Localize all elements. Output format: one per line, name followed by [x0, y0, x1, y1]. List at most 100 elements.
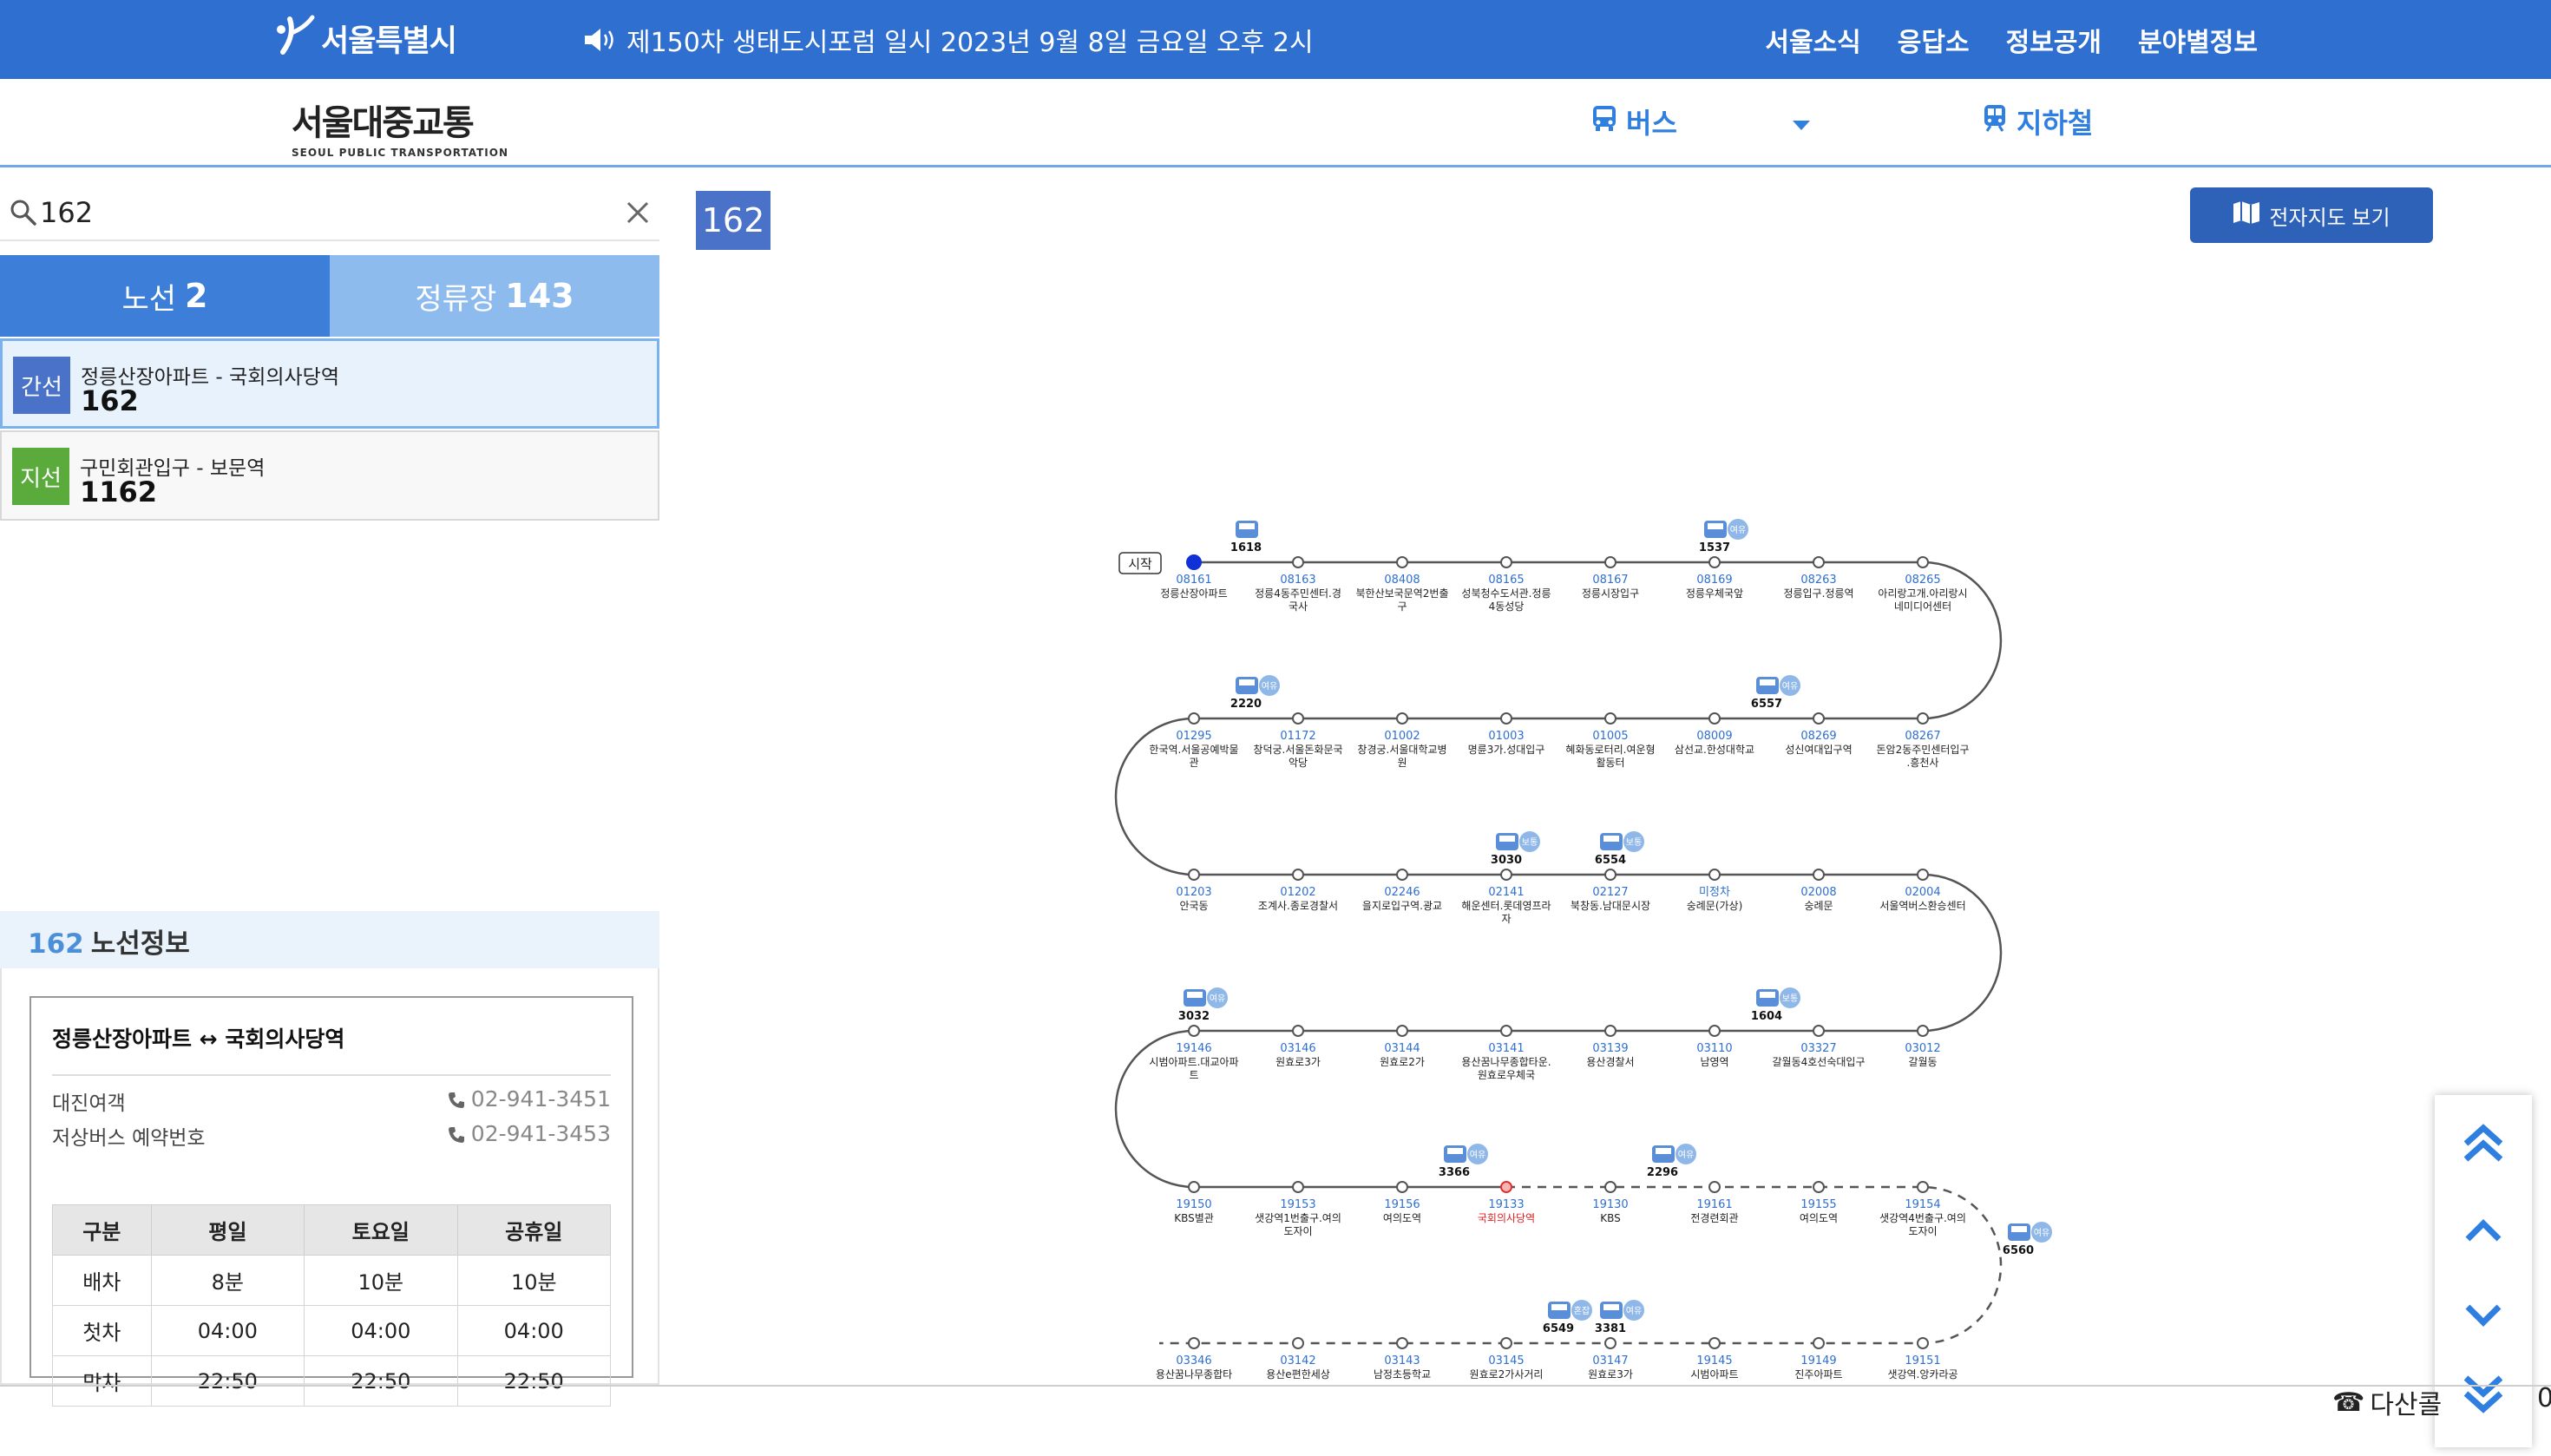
bus-stop[interactable]: 19154샛강역4번출구.여의도자이: [1879, 1181, 1966, 1237]
bus-stop[interactable]: 08265아리랑고개.아리랑시네미디어센터: [1878, 556, 1968, 613]
nav-info-disclosure[interactable]: 정보공개: [2006, 21, 2102, 59]
bus-number: 6557: [1751, 698, 1782, 711]
stop-name: 국사: [1289, 600, 1308, 613]
company-phone-link[interactable]: 02-941-3451: [447, 1086, 611, 1112]
bus-stop[interactable]: 19130KBS: [1592, 1181, 1629, 1224]
bus-stop[interactable]: 03142용산e편한세상: [1266, 1337, 1330, 1381]
mode-subway-tab[interactable]: 지하철: [1980, 102, 2093, 141]
bus-stop[interactable]: 08269성신여대입구역: [1785, 712, 1853, 756]
bus-stop[interactable]: 03327갈월동4호선숙대입구: [1773, 1025, 1866, 1068]
bus-stop[interactable]: 02008숭례문: [1800, 869, 1837, 912]
bus-stop[interactable]: 미정차숭례문(가상): [1687, 869, 1743, 912]
bus-marker[interactable]: 여유2220: [1230, 675, 1280, 711]
stop-id: 01002: [1384, 730, 1420, 743]
bus-stop[interactable]: 01003명륜3가.성대입구: [1468, 712, 1545, 756]
stop-id: 08161: [1176, 574, 1211, 587]
stop-name: 4동성당: [1489, 600, 1525, 613]
mode-bus-tab[interactable]: 버스: [1590, 102, 1677, 141]
scroll-bottom-icon[interactable]: [2459, 1369, 2508, 1418]
bus-stop[interactable]: 19145시범아파트: [1690, 1337, 1739, 1381]
bus-stop[interactable]: 08165성북청수도서관.정릉4동성당: [1461, 556, 1551, 613]
bus-stop[interactable]: 02246을지로입구역.광교: [1362, 869, 1442, 912]
bus-stop[interactable]: 01295한국역.서울공예박물관: [1149, 712, 1239, 769]
bus-marker[interactable]: 1618: [1230, 521, 1262, 554]
bus-stop[interactable]: 03139용산경찰서: [1586, 1025, 1635, 1068]
bus-marker[interactable]: 여유6560: [2003, 1222, 2052, 1257]
nav-response[interactable]: 응답소: [1898, 21, 1970, 59]
bus-marker[interactable]: 여유3381: [1595, 1300, 1644, 1335]
bus-stop[interactable]: 01172창덕궁.서울돈화문국악당: [1253, 712, 1343, 769]
bus-stop[interactable]: 08163정릉4동주민센터.경국사: [1255, 556, 1341, 613]
tab-stops[interactable]: 정류장 143: [330, 255, 659, 337]
bus-marker[interactable]: 여유6557: [1751, 675, 1800, 711]
bus-stop[interactable]: 02127북창동.남대문시장: [1571, 869, 1650, 912]
bus-stop[interactable]: 01202조계사.종로경찰서: [1258, 869, 1338, 912]
bus-marker[interactable]: 여유3366: [1439, 1144, 1488, 1179]
bus-marker[interactable]: 여유3032: [1178, 987, 1228, 1023]
bus-stop[interactable]: 01002창경궁.서울대학교병원: [1357, 712, 1447, 769]
stop-name: 성신여대입구역: [1785, 744, 1852, 756]
bus-stop[interactable]: 19149진주아파트: [1794, 1337, 1843, 1381]
notice[interactable]: 제150차 생태도시포럼 일시 2023년 9월 8일 금요일 오후 2시: [583, 21, 1314, 59]
close-icon[interactable]: [623, 198, 653, 227]
stop-dot: [1292, 1337, 1304, 1349]
seoul-logo[interactable]: 서울특별시: [274, 12, 457, 64]
bus-stop[interactable]: 08169정릉우체국앞: [1686, 556, 1743, 600]
congestion-label: 보통: [1522, 837, 1538, 848]
transport-header: 서울대중교통 SEOUL PUBLIC TRANSPORTATION 버스 지하…: [0, 79, 2551, 167]
bus-stop[interactable]: 08009삼선교.한성대학교: [1675, 712, 1754, 756]
scroll-top-icon[interactable]: [2459, 1119, 2508, 1168]
scroll-up-icon[interactable]: [2459, 1208, 2508, 1256]
search-input[interactable]: [40, 191, 595, 234]
bus-stop[interactable]: 01005혜화동로터리.여운형활동터: [1565, 712, 1656, 769]
stop-name: 용산꿈나무종합타운.: [1461, 1056, 1551, 1068]
scroll-down-icon[interactable]: [2459, 1289, 2508, 1338]
bus-stop[interactable]: 08263정릉입구.정릉역: [1783, 556, 1854, 600]
stop-name: 창덕궁.서울돈화문국: [1253, 744, 1342, 756]
bus-stop[interactable]: 08408북한산보국문역2번출구: [1356, 556, 1449, 613]
bus-stop[interactable]: 19151샛강역.앙카라공: [1887, 1337, 1958, 1381]
open-e-map-button[interactable]: 전자지도 보기: [2190, 187, 2433, 243]
bus-stop[interactable]: 01203안국동: [1176, 869, 1212, 912]
bus-marker[interactable]: 보통6554: [1595, 831, 1644, 867]
bus-stop[interactable]: 03141용산꿈나무종합타운.원효로우체국: [1461, 1025, 1551, 1081]
bus-stop[interactable]: 19153샛강역1번출구.여의도자이: [1255, 1181, 1341, 1237]
bus-stop[interactable]: 03147원효로3가: [1588, 1337, 1633, 1381]
bus-stop[interactable]: 03346용산꿈나무종합타: [1156, 1337, 1232, 1381]
brand[interactable]: 서울대중교통 SEOUL PUBLIC TRANSPORTATION: [292, 95, 508, 159]
search-icon[interactable]: [9, 198, 38, 227]
nav-field-info[interactable]: 분야별정보: [2138, 21, 2258, 59]
bus-stop[interactable]: 02141해운센터.롯데영프라자: [1461, 869, 1551, 925]
bus-marker[interactable]: 여유1537: [1699, 519, 1748, 554]
stop-id: 03327: [1800, 1042, 1836, 1055]
bus-marker[interactable]: 여유2296: [1647, 1144, 1696, 1179]
bus-marker[interactable]: 보통3030: [1491, 831, 1540, 867]
bus-stop[interactable]: 03012갈월동: [1905, 1025, 1941, 1068]
stop-dot: [1604, 1181, 1617, 1193]
bus-marker[interactable]: 보통1604: [1751, 987, 1800, 1023]
bus-stop[interactable]: 02004서울역버스환승센터: [1879, 869, 1966, 912]
bus-stop[interactable]: 19156여의도역: [1383, 1181, 1421, 1224]
bus-stop[interactable]: 19155여의도역: [1800, 1181, 1838, 1224]
bus-stop[interactable]: 08167정릉시장입구: [1582, 556, 1639, 600]
tab-routes[interactable]: 노선 2: [0, 255, 330, 337]
bus-marker[interactable]: 혼잡6549: [1543, 1300, 1592, 1335]
bus-stop[interactable]: 03146원효로3가: [1276, 1025, 1321, 1068]
bus-stop[interactable]: 08267돈암2동주민센터입구.흥천사: [1877, 712, 1970, 769]
route-item-1162[interactable]: 지선 구민회관입구 - 보문역 1162: [0, 430, 659, 521]
bus-stop[interactable]: 03143남정초등학교: [1374, 1337, 1431, 1381]
bus-stop[interactable]: 19146시범아파트.대교아파트: [1149, 1025, 1239, 1081]
bus-stop[interactable]: 03145원효로2가사거리: [1470, 1337, 1544, 1381]
bus-stop[interactable]: 03110남영역: [1696, 1025, 1733, 1068]
stop-name: 도자이: [1908, 1225, 1937, 1237]
lowfloor-phone-link[interactable]: 02-941-3453: [447, 1121, 611, 1146]
chevron-down-icon[interactable]: [1793, 121, 1810, 130]
bus-stop[interactable]: 19150KBS별관: [1174, 1181, 1214, 1224]
route-item-162[interactable]: 간선 정릉산장아파트 - 국회의사당역 162: [0, 338, 659, 429]
nav-seoul-news[interactable]: 서울소식: [1765, 21, 1860, 59]
bus-stop[interactable]: 19133국회의사당역: [1478, 1181, 1535, 1224]
bus-stop[interactable]: 19161전경련회관: [1690, 1181, 1739, 1224]
dasan-call[interactable]: ☎ 다산콜: [2332, 1383, 2442, 1421]
stop-name: 숭례문: [1804, 900, 1833, 912]
bus-stop[interactable]: 03144원효로2가: [1380, 1025, 1425, 1068]
